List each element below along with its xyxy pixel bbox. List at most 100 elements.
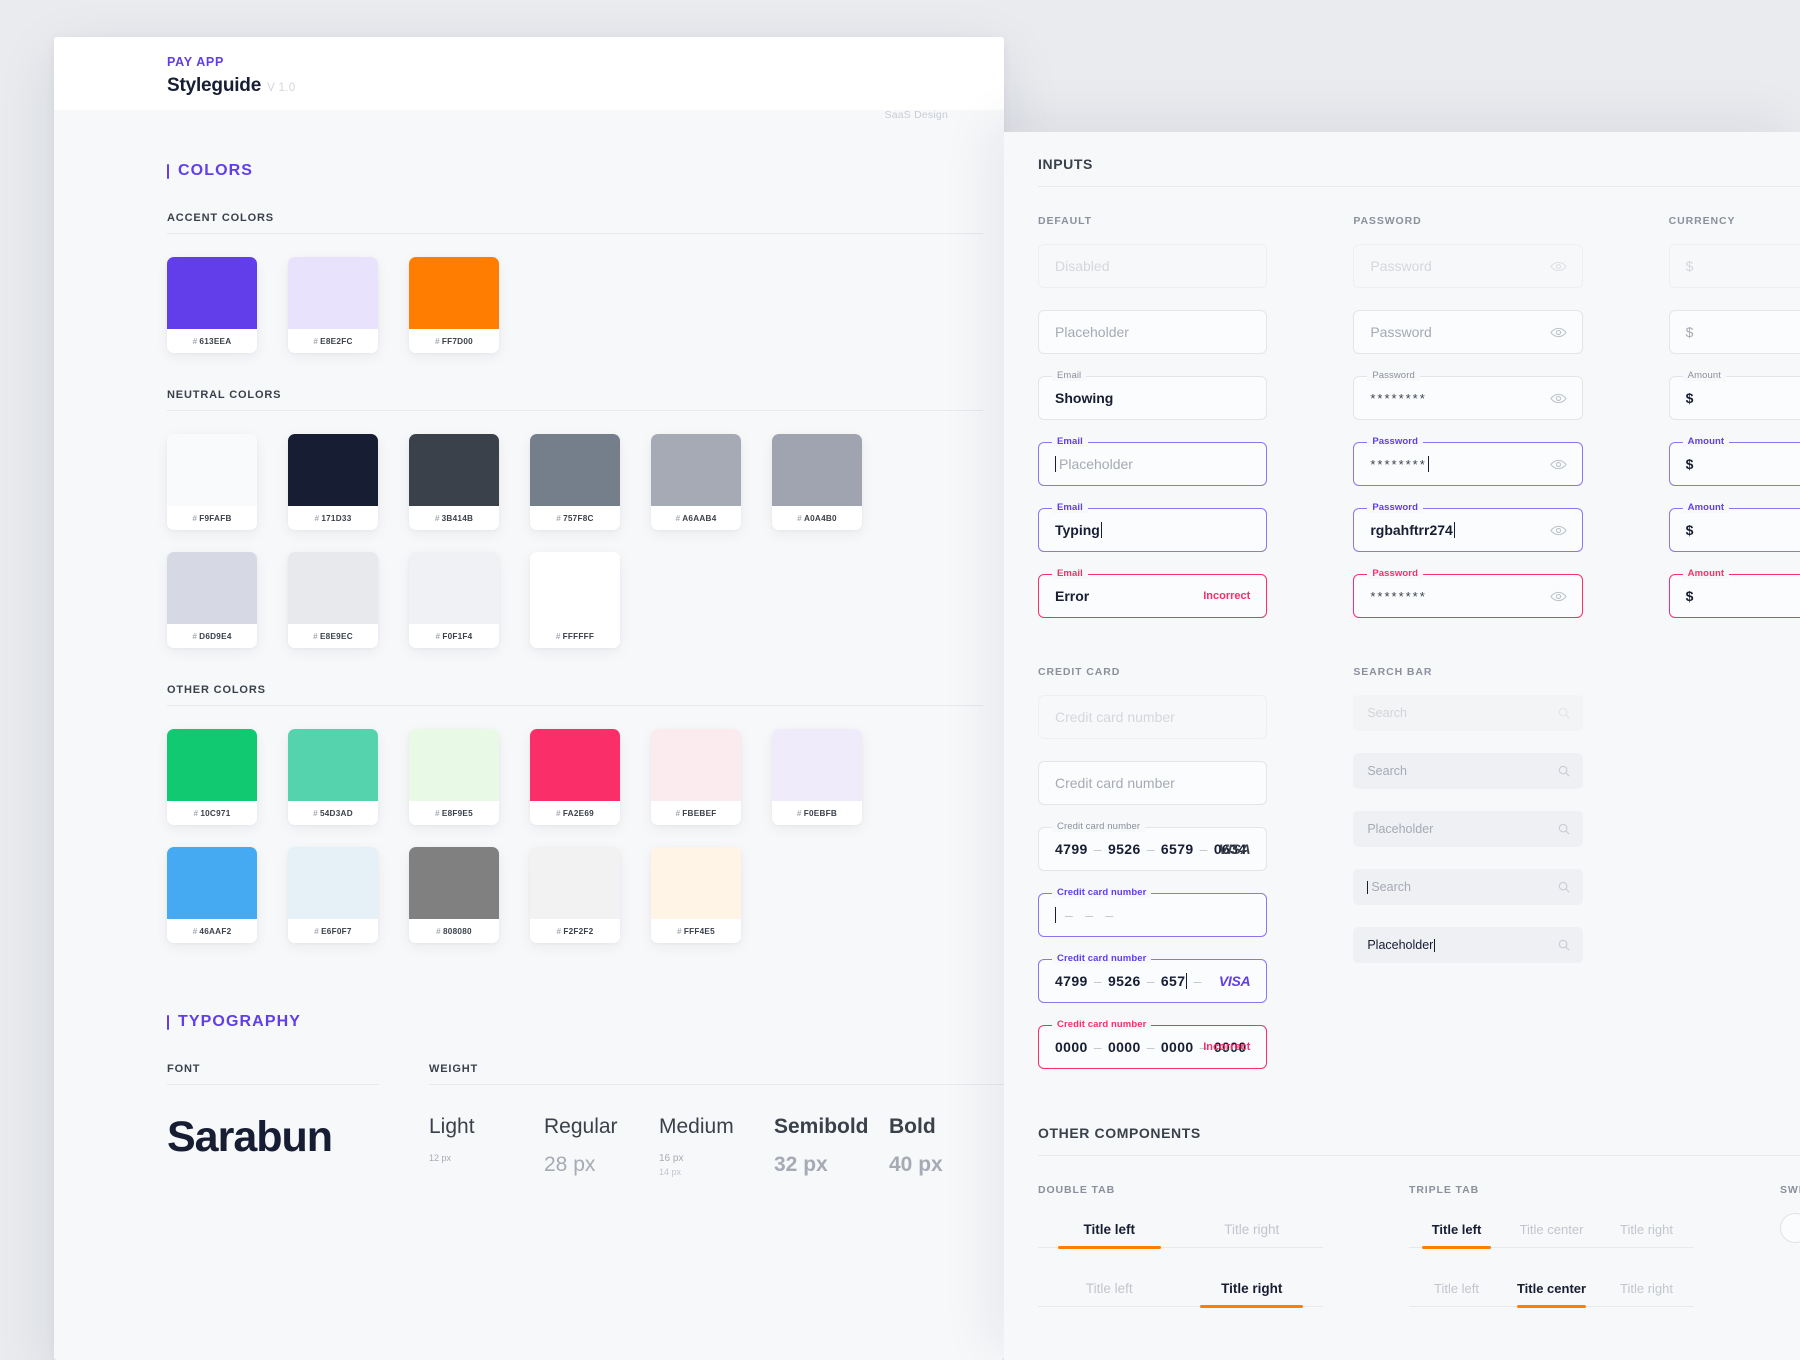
weight-item: Light12 px xyxy=(429,1115,544,1177)
search-icon[interactable] xyxy=(1558,765,1570,777)
email-input-normal[interactable]: Placeholder xyxy=(1038,310,1267,354)
color-swatch[interactable]: #F9FAFB xyxy=(167,434,257,530)
eye-icon[interactable] xyxy=(1550,261,1567,272)
field-legend: Credit card number xyxy=(1052,887,1151,898)
tab-title-right[interactable]: Title right xyxy=(1181,1272,1324,1306)
color-hex-label: #FFF4E5 xyxy=(651,919,741,943)
divider xyxy=(167,410,983,411)
color-swatch[interactable]: #FA2E69 xyxy=(530,729,620,825)
components-panel-inner: INPUTS DEFAULT DisabledPlaceholderEmailS… xyxy=(1004,156,1800,1331)
switch-column: SWITCH xyxy=(1780,1184,1800,1331)
email-input-focus-empty[interactable]: EmailPlaceholder xyxy=(1038,442,1267,486)
field-legend: Password xyxy=(1367,436,1423,447)
currency-input-disabled: $ xyxy=(1669,244,1800,288)
currency-input-error[interactable]: Amount$ xyxy=(1669,574,1800,618)
email-input-typing[interactable]: EmailTyping xyxy=(1038,508,1267,552)
password-input-filled[interactable]: Password******** xyxy=(1353,376,1582,420)
color-swatch[interactable]: #A0A4B0 xyxy=(772,434,862,530)
color-swatch[interactable]: #808080 xyxy=(409,847,499,943)
password-column-label: PASSWORD xyxy=(1353,215,1582,227)
weight-name: Regular xyxy=(544,1115,659,1139)
font-family-name: Sarabun xyxy=(167,1113,379,1162)
switch-toggle[interactable] xyxy=(1780,1213,1800,1243)
field-legend: Email xyxy=(1052,568,1088,579)
tab-title-left[interactable]: Title left xyxy=(1409,1272,1504,1306)
color-swatch[interactable]: #54D3AD xyxy=(288,729,378,825)
password-input-typing[interactable]: Passwordrgbahftrr274 xyxy=(1353,508,1582,552)
currency-input-filled[interactable]: Amount$ xyxy=(1669,376,1800,420)
color-chip xyxy=(409,257,499,329)
color-swatch[interactable]: #46AAF2 xyxy=(167,847,257,943)
search-icon[interactable] xyxy=(1558,939,1570,951)
color-swatch[interactable]: #171D33 xyxy=(288,434,378,530)
other-colors-label: OTHER COLORS xyxy=(167,684,983,705)
tab-title-left[interactable]: Title left xyxy=(1038,1272,1181,1306)
search-icon[interactable] xyxy=(1558,823,1570,835)
eye-icon[interactable] xyxy=(1550,393,1567,404)
search-icon[interactable] xyxy=(1558,707,1570,719)
color-swatch[interactable]: #FBEBEF xyxy=(651,729,741,825)
color-swatch[interactable]: #FFFFFF xyxy=(530,552,620,648)
search-icon[interactable] xyxy=(1558,881,1570,893)
tab-group: Title leftTitle centerTitle right xyxy=(1409,1213,1694,1248)
error-hint: Incorrect xyxy=(1203,590,1250,602)
color-swatch[interactable]: #FF7D00 xyxy=(409,257,499,353)
color-swatch[interactable]: #E8F9E5 xyxy=(409,729,499,825)
eye-icon[interactable] xyxy=(1550,591,1567,602)
color-swatch[interactable]: #A6AAB4 xyxy=(651,434,741,530)
eye-icon[interactable] xyxy=(1550,459,1567,470)
color-hex-label: #54D3AD xyxy=(288,801,378,825)
other-components-title: OTHER COMPONENTS xyxy=(1038,1125,1800,1141)
field-legend: Amount xyxy=(1683,502,1729,513)
color-hex-label: #FA2E69 xyxy=(530,801,620,825)
color-swatch[interactable]: #F2F2F2 xyxy=(530,847,620,943)
color-chip xyxy=(651,434,741,506)
weight-item: Regular28 px xyxy=(544,1115,659,1177)
color-hex-label: #F9FAFB xyxy=(167,506,257,530)
password-input-focus[interactable]: Password******** xyxy=(1353,442,1582,486)
color-swatch[interactable]: #E8E9EC xyxy=(288,552,378,648)
color-swatch[interactable]: #D6D9E4 xyxy=(167,552,257,648)
email-input-error[interactable]: EmailErrorIncorrect xyxy=(1038,574,1267,618)
color-swatch[interactable]: #E6F0F7 xyxy=(288,847,378,943)
tab-title-right[interactable]: Title right xyxy=(1599,1272,1694,1306)
search-input-typing[interactable]: Placeholder xyxy=(1353,927,1582,963)
credit-card-input-focus-empty[interactable]: Credit card number––– xyxy=(1038,893,1267,937)
color-swatch[interactable]: #757F8C xyxy=(530,434,620,530)
color-swatch[interactable]: #F0EBFB xyxy=(772,729,862,825)
color-swatch[interactable]: #3B414B xyxy=(409,434,499,530)
tab-title-left[interactable]: Title left xyxy=(1038,1213,1181,1247)
tab-title-center[interactable]: Title center xyxy=(1504,1213,1599,1247)
tab-title-left[interactable]: Title left xyxy=(1409,1213,1504,1247)
credit-card-input-normal[interactable]: Credit card number xyxy=(1038,761,1267,805)
credit-card-input-error[interactable]: Credit card number0000–0000–0000–0000Inc… xyxy=(1038,1025,1267,1069)
color-swatch[interactable]: #E8E2FC xyxy=(288,257,378,353)
weight-size-alt: 14 px xyxy=(659,1167,774,1177)
eye-icon[interactable] xyxy=(1550,525,1567,536)
email-input-filled[interactable]: EmailShowing xyxy=(1038,376,1267,420)
search-input-normal[interactable]: Search xyxy=(1353,753,1582,789)
credit-card-column-label: CREDIT CARD xyxy=(1038,666,1267,678)
color-swatch[interactable]: #613EEA xyxy=(167,257,257,353)
password-input-normal[interactable]: Password xyxy=(1353,310,1582,354)
color-swatch[interactable]: #FFF4E5 xyxy=(651,847,741,943)
tab-title-right[interactable]: Title right xyxy=(1181,1213,1324,1247)
card-number-value: 4799–9526–657– xyxy=(1055,973,1208,989)
tab-title-right[interactable]: Title right xyxy=(1599,1213,1694,1247)
field-legend: Amount xyxy=(1683,370,1726,381)
eye-icon[interactable] xyxy=(1550,327,1567,338)
search-input-focus[interactable]: Search xyxy=(1353,869,1582,905)
currency-input-typing[interactable]: Amount$ xyxy=(1669,508,1800,552)
currency-input-focus[interactable]: Amount$ xyxy=(1669,442,1800,486)
credit-card-input-filled[interactable]: Credit card number4799–9526–6579–0634VIS… xyxy=(1038,827,1267,871)
color-swatch[interactable]: #10C971 xyxy=(167,729,257,825)
credit-card-input-typing[interactable]: Credit card number4799–9526–657–VISA xyxy=(1038,959,1267,1003)
password-input-error[interactable]: Password******** xyxy=(1353,574,1582,618)
color-chip xyxy=(288,257,378,329)
search-input-placeholder[interactable]: Placeholder xyxy=(1353,811,1582,847)
brand-label: PAY APP xyxy=(167,55,948,69)
tab-title-center[interactable]: Title center xyxy=(1504,1272,1599,1306)
color-swatch[interactable]: #F0F1F4 xyxy=(409,552,499,648)
weight-item: Bold40 px xyxy=(889,1115,1004,1177)
currency-input-normal[interactable]: $ xyxy=(1669,310,1800,354)
